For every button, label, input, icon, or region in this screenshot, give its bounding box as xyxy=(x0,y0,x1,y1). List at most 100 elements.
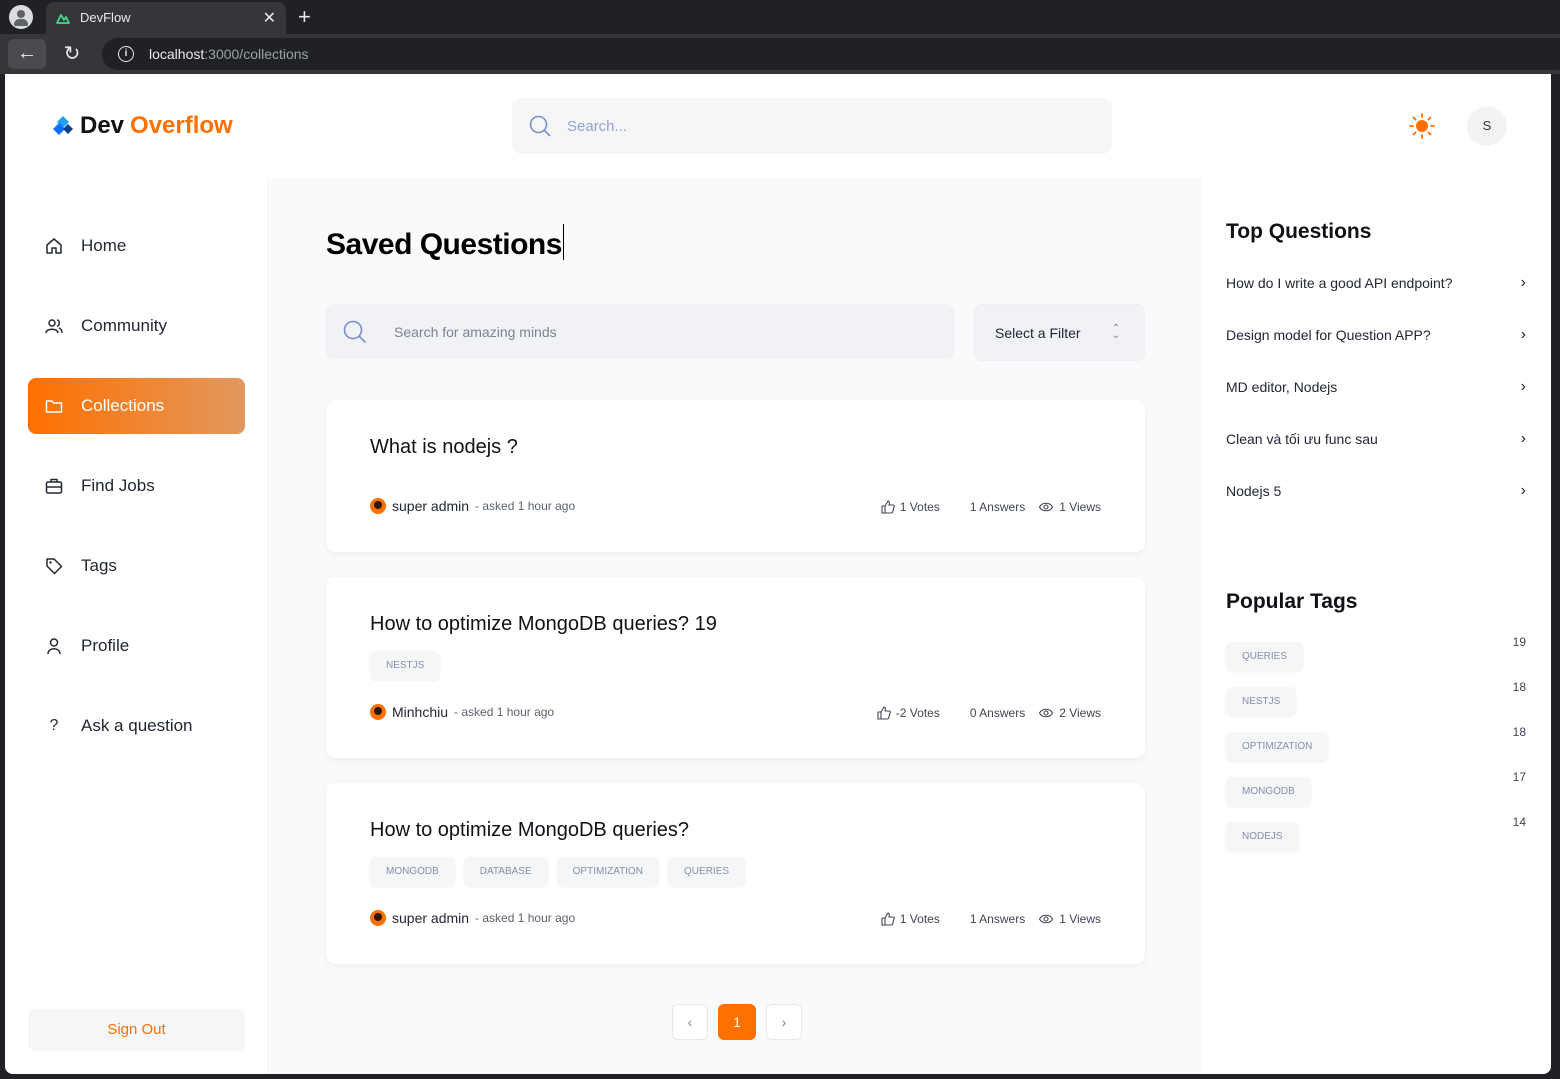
sidebar-item-label: Community xyxy=(81,316,167,335)
global-search[interactable] xyxy=(512,98,1112,154)
new-tab-icon[interactable]: + xyxy=(298,4,311,30)
devflow-favicon-icon xyxy=(56,14,70,24)
author-avatar xyxy=(370,704,386,720)
author-avatar xyxy=(370,910,386,926)
question-title[interactable]: What is nodejs ? xyxy=(370,436,518,459)
views-count: 2 Views xyxy=(1059,706,1101,720)
popular-tag-row[interactable]: OPTIMIZATION 18 xyxy=(1226,725,1526,761)
sidebar-item-profile[interactable]: Profile xyxy=(28,618,245,674)
views-count: 1 Views xyxy=(1059,912,1101,926)
sidebar-item-label: Find Jobs xyxy=(81,476,155,495)
votes-count: 1 Votes xyxy=(899,500,940,514)
thumbs-up-icon xyxy=(877,706,891,720)
tag-chip[interactable]: QUERIES xyxy=(668,857,746,886)
question-title[interactable]: How to optimize MongoDB queries? xyxy=(370,819,689,842)
user-avatar[interactable]: S xyxy=(1467,106,1507,146)
address-bar[interactable]: i localhost:3000/collections xyxy=(102,38,1560,70)
browser-toolbar: ← ↻ i localhost:3000/collections xyxy=(0,34,1560,74)
author-name: Minhchiu xyxy=(392,704,449,720)
next-page-button[interactable]: › xyxy=(766,1004,802,1040)
back-arrow-icon[interactable]: ← xyxy=(8,39,46,69)
question-title[interactable]: How to optimize MongoDB queries? 19 xyxy=(370,613,717,636)
top-question-item[interactable]: How do I write a good API endpoint? › xyxy=(1226,274,1526,292)
browser-tab[interactable]: DevFlow ✕ xyxy=(46,2,286,34)
sidebar-item-community[interactable]: Community xyxy=(28,298,245,354)
question-card[interactable]: How to optimize MongoDB queries? 19 NEST… xyxy=(326,577,1145,758)
popular-tags-heading: Popular Tags xyxy=(1226,590,1358,613)
close-tab-icon[interactable]: ✕ xyxy=(263,8,276,28)
top-question-item[interactable]: Nodejs 5 › xyxy=(1226,482,1526,500)
logo-mark-icon xyxy=(53,116,73,135)
tag-chip[interactable]: OPTIMIZATION xyxy=(556,857,660,886)
url-text[interactable]: localhost:3000/collections xyxy=(149,46,309,62)
text-cursor xyxy=(562,224,565,260)
eye-icon xyxy=(1039,502,1054,512)
logo[interactable]: Dev Overflow xyxy=(52,112,233,140)
tag-chip[interactable]: NESTJS xyxy=(1226,687,1297,716)
global-search-input[interactable] xyxy=(567,98,1087,154)
answers-count: 1 Answers xyxy=(969,912,1026,926)
browser-tabbar: DevFlow ✕ + xyxy=(0,0,1560,34)
top-question-item[interactable]: Clean và tối ưu func sau › xyxy=(1226,430,1526,448)
answers-count: 0 Answers xyxy=(969,706,1026,720)
sidebar-item-ask-question[interactable]: ? Ask a question xyxy=(28,698,245,754)
sidebar-item-collections[interactable]: Collections xyxy=(28,378,245,434)
top-question-item[interactable]: MD editor, Nodejs › xyxy=(1226,378,1526,396)
views-stat: 2 Views xyxy=(1038,706,1101,720)
chevron-right-icon: › xyxy=(1520,430,1526,447)
author-avatar xyxy=(370,498,386,514)
browser-profile-icon[interactable] xyxy=(9,5,33,29)
page-title: Saved Questions xyxy=(326,224,565,262)
tag-count: 17 xyxy=(1512,770,1526,784)
question-stats: 1 Votes 1 Answers 1 Views xyxy=(881,912,1101,926)
sign-out-button[interactable]: Sign Out xyxy=(28,1009,245,1051)
tag-count: 18 xyxy=(1512,680,1526,694)
reload-icon[interactable]: ↻ xyxy=(58,40,86,68)
views-count: 1 Views xyxy=(1059,500,1101,514)
tag-chip[interactable]: MONGODB xyxy=(1226,777,1311,806)
top-question-label: Nodejs 5 xyxy=(1226,483,1282,499)
folder-icon xyxy=(45,400,63,413)
filter-select[interactable]: Select a Filter ⌃ ⌄ xyxy=(974,304,1145,361)
chevron-right-icon: › xyxy=(1520,274,1526,291)
votes-count: 1 Votes xyxy=(899,912,940,926)
votes-count: -2 Votes xyxy=(895,706,940,720)
tag-chip[interactable]: DATABASE xyxy=(463,857,548,886)
url-host: localhost xyxy=(149,46,205,62)
top-question-label: How do I write a good API endpoint? xyxy=(1226,275,1453,291)
site-info-icon[interactable]: i xyxy=(118,46,134,62)
sun-icon[interactable] xyxy=(1408,112,1436,140)
logo-text-overflow: Overflow xyxy=(130,112,233,139)
devflow-page: Dev Overflow S Home Community Coll xyxy=(5,74,1551,1074)
sidebar-item-label: Profile xyxy=(81,636,130,655)
question-card[interactable]: What is nodejs ? super admin - asked 1 h… xyxy=(326,400,1145,552)
popular-tag-row[interactable]: QUERIES 19 xyxy=(1226,635,1526,671)
tag-chip[interactable]: QUERIES xyxy=(1226,642,1304,671)
tag-chip[interactable]: OPTIMIZATION xyxy=(1226,732,1329,761)
tag-chip[interactable]: NESTJS xyxy=(370,651,441,680)
current-page-number[interactable]: 1 xyxy=(718,1004,756,1040)
users-icon xyxy=(45,319,63,334)
prev-page-button[interactable]: ‹ xyxy=(672,1004,708,1040)
question-author[interactable]: super admin - asked 1 hour ago xyxy=(370,910,575,926)
main-content: Saved Questions Select a Filter ⌃⌄ What … xyxy=(270,178,1202,1074)
top-question-item[interactable]: Design model for Question APP? › xyxy=(1226,326,1526,344)
tag-chip[interactable]: NODEJS xyxy=(1226,822,1299,851)
popular-tag-row[interactable]: NODEJS 14 xyxy=(1226,815,1526,851)
chevron-right-icon: › xyxy=(1520,378,1526,395)
sidebar-item-tags[interactable]: Tags xyxy=(28,538,245,594)
question-card[interactable]: How to optimize MongoDB queries? MONGODB… xyxy=(326,783,1145,964)
sidebar-item-find-jobs[interactable]: Find Jobs xyxy=(28,458,245,514)
tag-count: 19 xyxy=(1512,635,1526,649)
popular-tag-row[interactable]: NESTJS 18 xyxy=(1226,680,1526,716)
popular-tag-row[interactable]: MONGODB 17 xyxy=(1226,770,1526,806)
sidebar-item-home[interactable]: Home xyxy=(28,218,245,274)
answers-stat: 1 Answers xyxy=(970,912,1025,926)
views-stat: 1 Views xyxy=(1038,500,1101,514)
local-search-input[interactable] xyxy=(394,304,934,359)
briefcase-icon xyxy=(45,478,63,494)
tag-chip[interactable]: MONGODB xyxy=(370,857,455,886)
local-search[interactable] xyxy=(326,304,954,359)
question-author[interactable]: Minhchiu - asked 1 hour ago xyxy=(370,704,554,720)
question-author[interactable]: super admin - asked 1 hour ago xyxy=(370,498,575,514)
